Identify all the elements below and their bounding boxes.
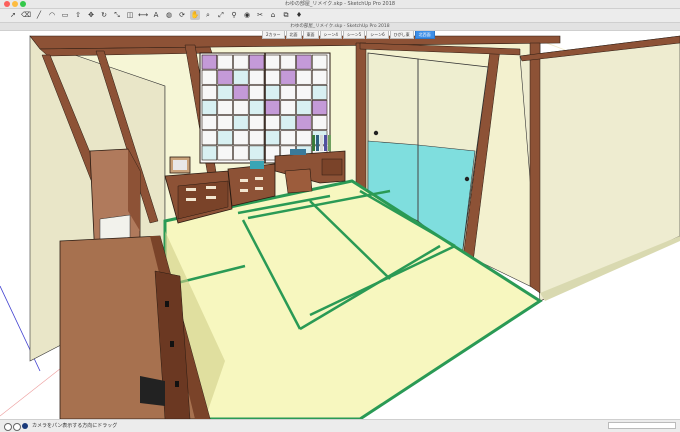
window-pane [201, 100, 218, 115]
window-pane [311, 100, 328, 115]
window-pane [217, 54, 233, 70]
window-pane [201, 84, 218, 100]
window-pane [233, 145, 249, 161]
orbit-tool-icon[interactable]: ⟳ [177, 10, 187, 20]
warehouse-tool-icon[interactable]: ⌂ [268, 10, 278, 20]
window-title: わゆの部屋_リメイク.skp - SketchUp Pro 2018 [284, 1, 396, 7]
window-pane [217, 130, 233, 146]
window-pane [280, 69, 296, 85]
section-tool-icon[interactable]: ✂ [255, 10, 265, 20]
window-pane [248, 69, 265, 85]
desk-chair [284, 168, 313, 194]
model-viewport[interactable]: 2カラー 北面 東面 シーン4 シーン5 シーン6 ひがし東 北西面 [0, 31, 680, 419]
window-pane [217, 100, 233, 115]
line-tool-icon[interactable]: ╱ [34, 10, 44, 20]
instructor-icon[interactable] [22, 423, 28, 429]
window-pane [248, 145, 265, 161]
window-pane [264, 130, 281, 146]
window-pane [201, 145, 218, 161]
credits-icon[interactable] [13, 423, 21, 431]
window-pane [280, 54, 296, 70]
select-tool-icon[interactable]: ➚ [8, 10, 18, 20]
window-pane [201, 115, 218, 131]
window-pane [201, 69, 218, 85]
window-pane [217, 84, 233, 100]
scene-tab-1[interactable]: 2カラー [262, 31, 285, 39]
window-pane [264, 84, 281, 100]
window-pane [296, 54, 312, 70]
window-pane [296, 130, 312, 146]
window-pane [217, 115, 233, 131]
window-pane [233, 130, 249, 146]
scene-tab-8[interactable]: 北西面 [414, 31, 435, 39]
window-pane [311, 54, 328, 70]
scene-tabs: 2カラー 北面 東面 シーン4 シーン5 シーン6 ひがし東 北西面 [262, 31, 436, 39]
walk-tool-icon[interactable]: ⚲ [229, 10, 239, 20]
scale-tool-icon[interactable]: ⤡ [112, 10, 122, 20]
eraser-tool-icon[interactable]: ⌫ [21, 10, 31, 20]
arc-tool-icon[interactable]: ◠ [47, 10, 57, 20]
scene-tab-2[interactable]: 北面 [285, 31, 302, 39]
window-pane [201, 130, 218, 146]
window-pane [233, 115, 249, 131]
measurements-box[interactable] [608, 422, 676, 429]
window-pane [264, 115, 281, 131]
pan-tool-icon[interactable]: ✋ [190, 10, 200, 20]
rotate-tool-icon[interactable]: ↻ [99, 10, 109, 20]
tape-tool-icon[interactable]: ⟷ [138, 10, 148, 20]
look-around-tool-icon[interactable]: ◉ [242, 10, 252, 20]
scene-tab-6[interactable]: シーン6 [366, 31, 389, 39]
window-pane [233, 84, 249, 100]
window-pane [264, 69, 281, 85]
main-toolbar: ➚ ⌫ ╱ ◠ ▭ ⇧ ✥ ↻ ⤡ ◫ ⟷ A ◍ ⟳ ✋ ⌕ ⤢ ⚲ ◉ ✂ ⌂ ⧉ ♦ [0, 9, 680, 23]
window-pane [296, 115, 312, 131]
window-pane [311, 84, 328, 100]
offset-tool-icon[interactable]: ◫ [125, 10, 135, 20]
window-pane [280, 100, 296, 115]
move-tool-icon[interactable]: ✥ [86, 10, 96, 20]
window-pane [264, 54, 281, 70]
window-pane [311, 69, 328, 85]
window-pane [296, 69, 312, 85]
status-bar: カメラをパン表示する方向にドラッグ [0, 419, 680, 432]
scene-tab-3[interactable]: 東面 [302, 31, 319, 39]
geolocation-icon[interactable] [4, 423, 12, 431]
zoom-tool-icon[interactable]: ⌕ [203, 10, 213, 20]
zoom-extents-tool-icon[interactable]: ⤢ [216, 10, 226, 20]
window-pane [217, 145, 233, 161]
shoji-window [199, 52, 331, 164]
window-pane [217, 69, 233, 85]
window-pane [201, 54, 218, 70]
window-pane [233, 69, 249, 85]
paint-tool-icon[interactable]: ◍ [164, 10, 174, 20]
window-pane [264, 100, 281, 115]
scene-tab-5[interactable]: シーン5 [342, 31, 366, 39]
window-pane [296, 84, 312, 100]
document-title: わゆの部屋_リメイク.skp - SketchUp Pro 2018 [0, 23, 680, 31]
window-pane [233, 100, 249, 115]
rectangle-tool-icon[interactable]: ▭ [60, 10, 70, 20]
window-pane [280, 130, 296, 146]
window-pane [248, 100, 265, 115]
window-pane [280, 84, 296, 100]
side-wall [519, 35, 680, 302]
text-tool-icon[interactable]: A [151, 10, 161, 20]
window-pane [311, 115, 328, 131]
window-titlebar: わゆの部屋_リメイク.skp - SketchUp Pro 2018 [0, 0, 680, 9]
window-pane [248, 54, 265, 70]
window-pane [248, 130, 265, 146]
window-pane [296, 100, 312, 115]
window-pane [248, 84, 265, 100]
status-message: カメラをパン表示する方向にドラッグ [32, 423, 118, 429]
window-pane [233, 54, 249, 70]
ruby-tool-icon[interactable]: ♦ [294, 10, 304, 20]
scene-tab-7[interactable]: ひがし東 [389, 31, 414, 39]
scene-tab-4[interactable]: シーン4 [319, 31, 342, 39]
extensions-tool-icon[interactable]: ⧉ [281, 10, 291, 20]
window-pane [280, 115, 296, 131]
room-model [0, 35, 680, 419]
window-pane [248, 115, 265, 131]
push-pull-tool-icon[interactable]: ⇧ [73, 10, 83, 20]
